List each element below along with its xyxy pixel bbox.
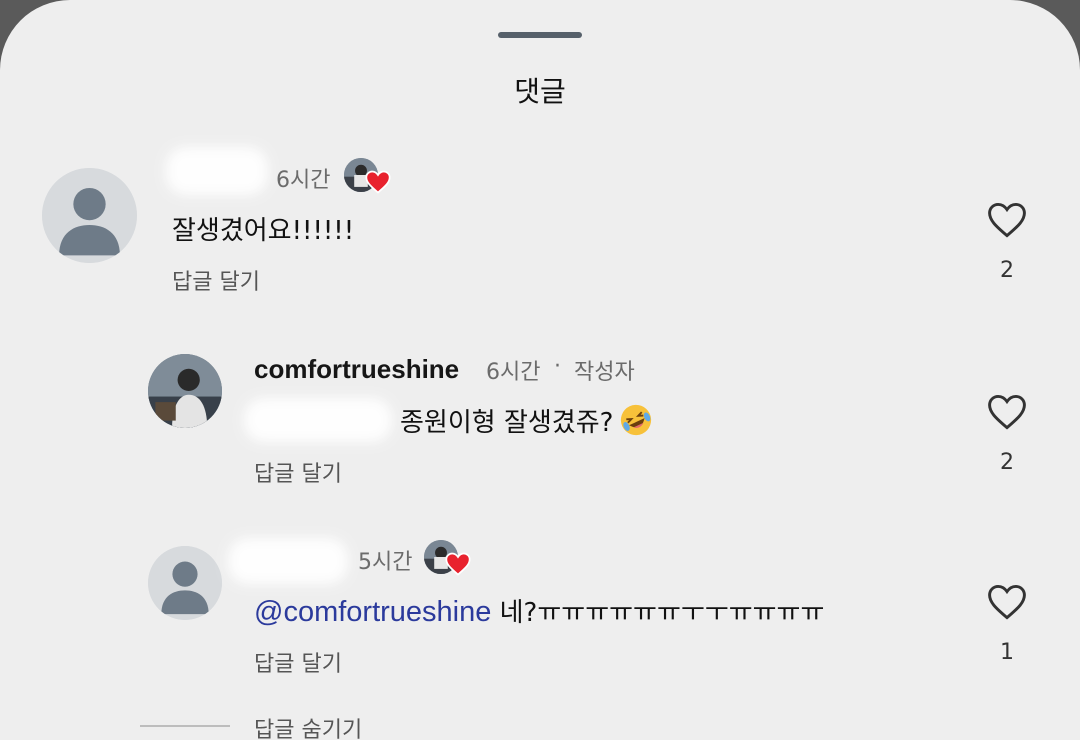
author-avatar[interactable]	[148, 354, 222, 428]
heart-filled-icon	[444, 550, 472, 578]
comment-text-row: @comfortrueshine 네?ㅠㅠㅠㅠㅠㅠㅜㅜㅠㅠㅠㅠ	[254, 592, 824, 629]
heart-outline-icon	[988, 584, 1026, 620]
comment-text-row: 종원이형 잘생겼쥬?	[400, 402, 653, 439]
comment-text: 잘생겼어요!!!!!!	[172, 216, 355, 246]
username-redacted	[166, 147, 268, 195]
reply-button[interactable]: 답글 달기	[254, 646, 342, 678]
username-redacted	[228, 538, 348, 584]
reply-button[interactable]: 답글 달기	[172, 264, 260, 296]
default-avatar-icon	[148, 546, 222, 620]
like-button[interactable]	[985, 390, 1029, 434]
hide-replies-button[interactable]: 답글 숨기기	[254, 712, 362, 740]
thread-divider	[140, 725, 230, 727]
heart-filled-icon	[364, 168, 392, 196]
comment-time: 6시간	[276, 168, 331, 193]
heart-outline-icon	[988, 202, 1026, 238]
default-avatar-icon	[42, 168, 137, 263]
like-count: 1	[1000, 640, 1014, 665]
mention-link[interactable]: @comfortrueshine	[254, 596, 491, 628]
comment-text: 네?ㅠㅠㅠㅠㅠㅠㅜㅜㅠㅠㅠㅠ	[499, 598, 825, 628]
username[interactable]: comfortrueshine	[254, 354, 459, 385]
meta-separator: ·	[554, 354, 561, 379]
like-button[interactable]	[985, 198, 1029, 242]
avatar[interactable]	[42, 168, 137, 263]
comment-text: 종원이형 잘생겼쥬?	[400, 408, 614, 438]
author-badge: 작성자	[574, 360, 635, 385]
like-count: 2	[1000, 450, 1014, 475]
liked-by-author-badge	[424, 540, 471, 576]
comment-time: 6시간	[486, 360, 541, 385]
reply-button[interactable]: 답글 달기	[254, 456, 342, 488]
sheet-title: 댓글	[514, 75, 566, 108]
rolling-on-floor-laughing-emoji	[619, 403, 653, 437]
avatar[interactable]	[148, 546, 222, 620]
liked-by-author-badge	[344, 158, 391, 194]
comments-sheet: 댓글 6시간 잘생겼어요!!!!!! 답글 달기 2 comfortrueshi…	[0, 0, 1080, 740]
comment-time: 5시간	[358, 550, 413, 575]
like-button[interactable]	[985, 580, 1029, 624]
sheet-grabber[interactable]	[498, 32, 582, 38]
heart-outline-icon	[988, 394, 1026, 430]
like-count: 2	[1000, 258, 1014, 283]
mention-redacted	[244, 398, 392, 442]
